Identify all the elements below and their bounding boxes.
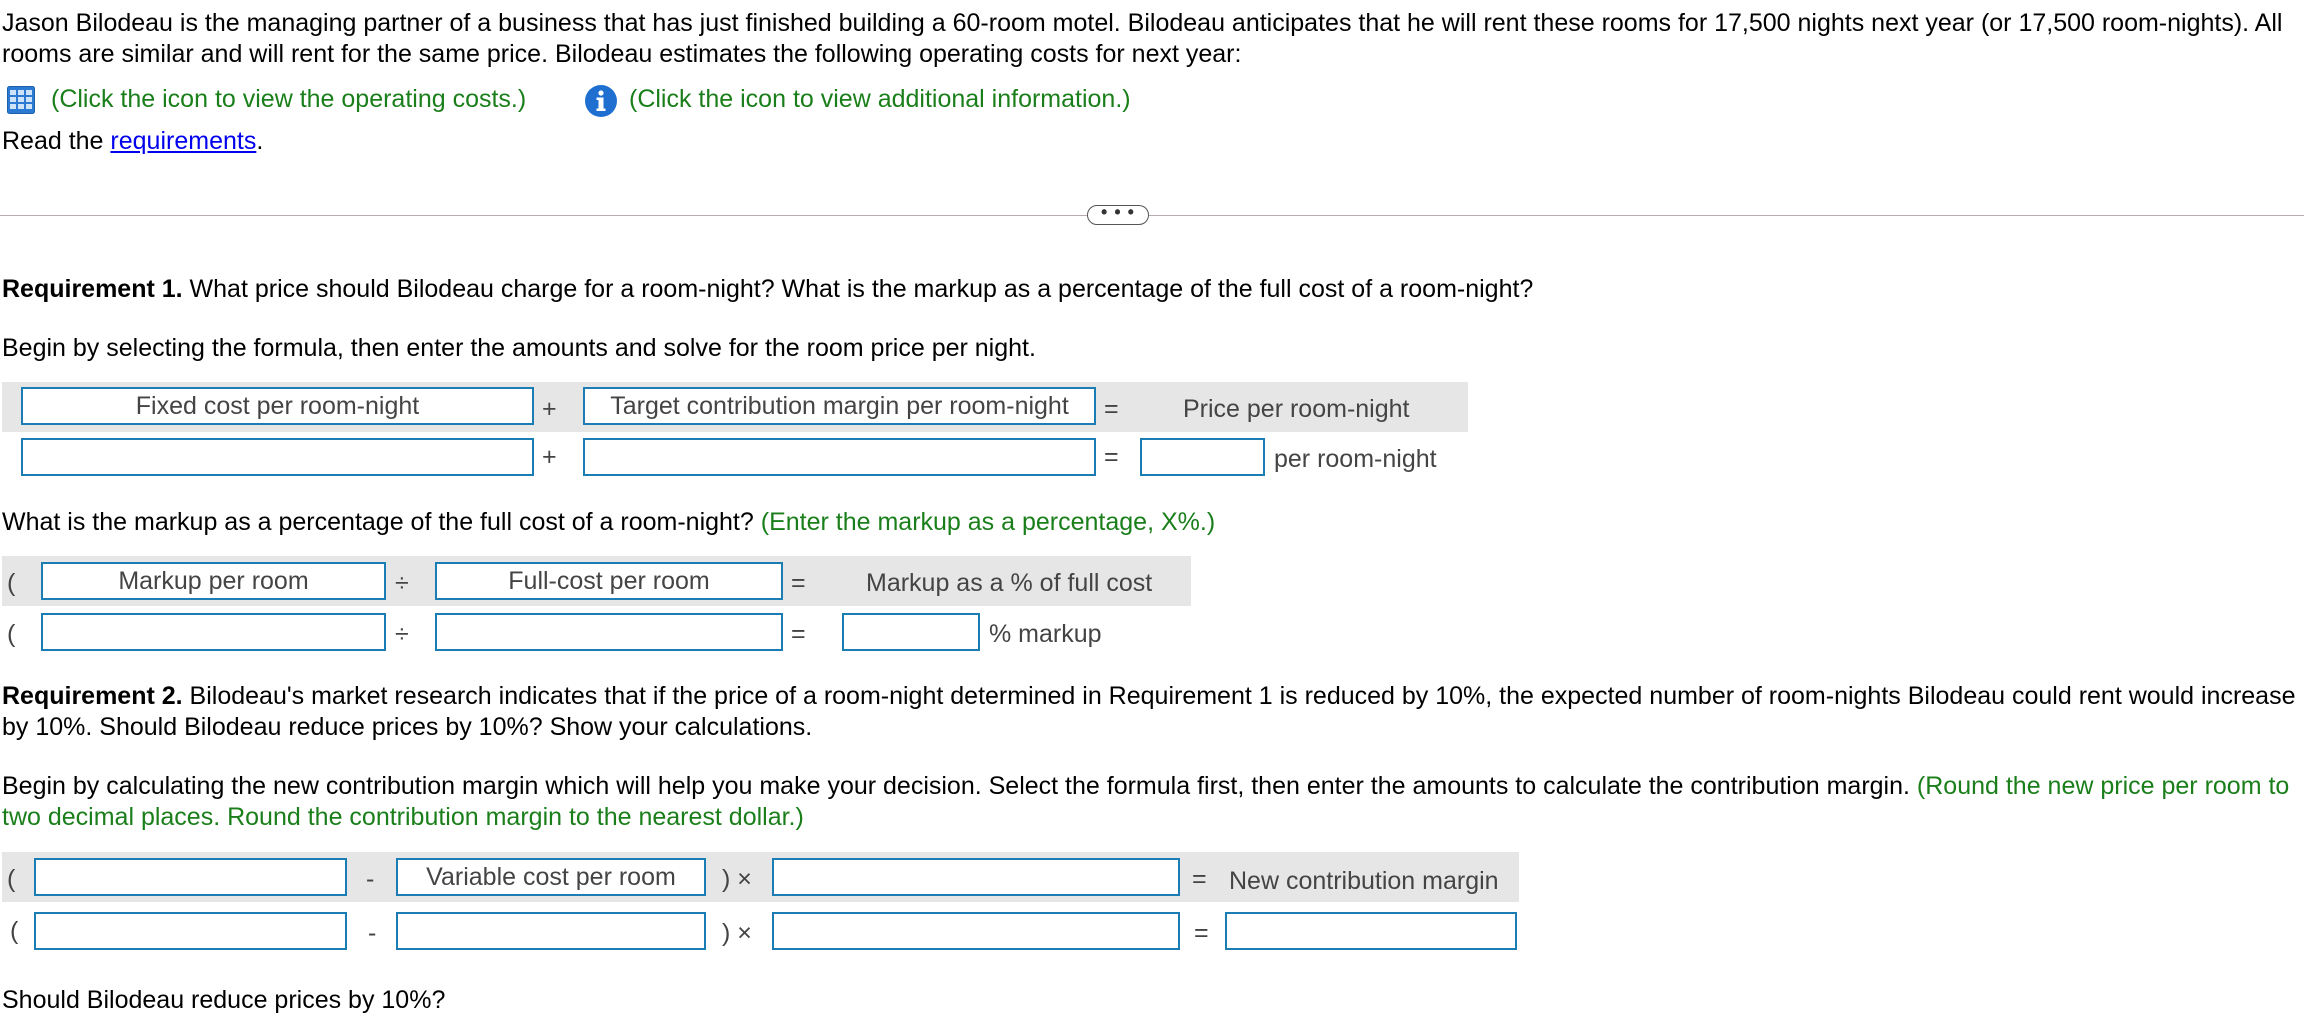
req1-instruction: Begin by selecting the formula, then ent…: [2, 334, 1036, 362]
markup-per-room-input[interactable]: [41, 613, 386, 651]
new-contribution-margin-input[interactable]: [1225, 912, 1517, 950]
formula-term-full-cost-per-room[interactable]: Full-cost per room: [435, 562, 783, 600]
formula-result-new-cm: New contribution margin: [1229, 867, 1499, 895]
formula-term-new-price-select[interactable]: [34, 858, 347, 896]
fixed-cost-input[interactable]: [21, 438, 534, 476]
markup-question-text: What is the markup as a percentage of th…: [2, 508, 754, 536]
full-cost-per-room-input[interactable]: [435, 613, 783, 651]
markup-percent-input[interactable]: [842, 613, 980, 651]
plus-operator: +: [542, 443, 557, 471]
target-cm-input[interactable]: [583, 438, 1096, 476]
info-icon[interactable]: [584, 84, 618, 118]
variable-cost-input[interactable]: [396, 912, 706, 950]
times-operator: ) ×: [722, 919, 752, 947]
formula-term-variable-cost[interactable]: Variable cost per room: [396, 858, 706, 896]
room-nights-input[interactable]: [772, 912, 1180, 950]
additional-info-link[interactable]: (Click the icon to view additional infor…: [629, 84, 1131, 115]
req1-question: Requirement 1. What price should Bilodea…: [2, 274, 1533, 305]
req2-question-text: Bilodeau's market research indicates tha…: [2, 682, 2296, 741]
minus-operator: -: [366, 865, 375, 893]
divide-operator: ÷: [395, 620, 409, 648]
req2-heading: Requirement 2.: [2, 682, 183, 710]
equals-operator: =: [791, 569, 806, 597]
equals-operator: =: [1104, 443, 1119, 471]
equals-operator: =: [1104, 395, 1119, 423]
minus-operator: -: [368, 919, 377, 947]
open-paren: (: [7, 569, 16, 597]
markup-question: What is the markup as a percentage of th…: [2, 507, 1215, 538]
equals-operator: =: [791, 620, 806, 648]
open-paren: (: [7, 865, 16, 893]
formula-result-markup-pct: Markup as a % of full cost: [866, 569, 1153, 597]
formula-result-price: Price per room-night: [1183, 395, 1410, 423]
period-text: .: [256, 127, 264, 155]
req2-instruction-text: Begin by calculating the new contributio…: [2, 772, 1910, 800]
equals-operator: =: [1192, 865, 1207, 893]
formula-term-markup-per-room[interactable]: Markup per room: [41, 562, 386, 600]
open-paren: (: [10, 917, 19, 945]
req2-question: Requirement 2. Bilodeau's market researc…: [2, 681, 2298, 743]
req2-instruction: Begin by calculating the new contributio…: [2, 771, 2298, 833]
times-operator: ) ×: [722, 865, 752, 893]
open-paren: (: [7, 620, 16, 648]
formula-term-room-nights-select[interactable]: [772, 858, 1180, 896]
markup-hint: (Enter the markup as a percentage, X%.): [760, 508, 1216, 536]
section-divider: [0, 215, 2304, 216]
price-per-room-night-input[interactable]: [1140, 438, 1265, 476]
equals-operator: =: [1194, 919, 1209, 947]
read-the-text: Read the: [2, 127, 104, 155]
requirements-link[interactable]: requirements: [110, 127, 256, 155]
operating-costs-link[interactable]: (Click the icon to view the operating co…: [51, 84, 526, 115]
expand-collapse-button[interactable]: • • •: [1087, 203, 1149, 225]
formula-term-fixed-cost[interactable]: Fixed cost per room-night: [21, 387, 534, 425]
req1-question-text: What price should Bilodeau charge for a …: [182, 275, 1534, 303]
new-price-input[interactable]: [34, 912, 347, 950]
problem-intro-text: Jason Bilodeau is the managing partner o…: [2, 9, 2283, 68]
plus-operator: +: [542, 395, 557, 423]
formula-term-target-cm[interactable]: Target contribution margin per room-nigh…: [583, 387, 1096, 425]
read-requirements-line: Read the requirements.: [2, 126, 263, 157]
percent-markup-unit: % markup: [989, 620, 1102, 648]
reduce-price-question: Should Bilodeau reduce prices by 10%?: [2, 986, 446, 1014]
req1-heading: Requirement 1.: [2, 275, 183, 303]
per-room-night-unit: per room-night: [1274, 445, 1437, 473]
operating-costs-table-icon[interactable]: [7, 86, 35, 114]
divide-operator: ÷: [395, 569, 409, 597]
